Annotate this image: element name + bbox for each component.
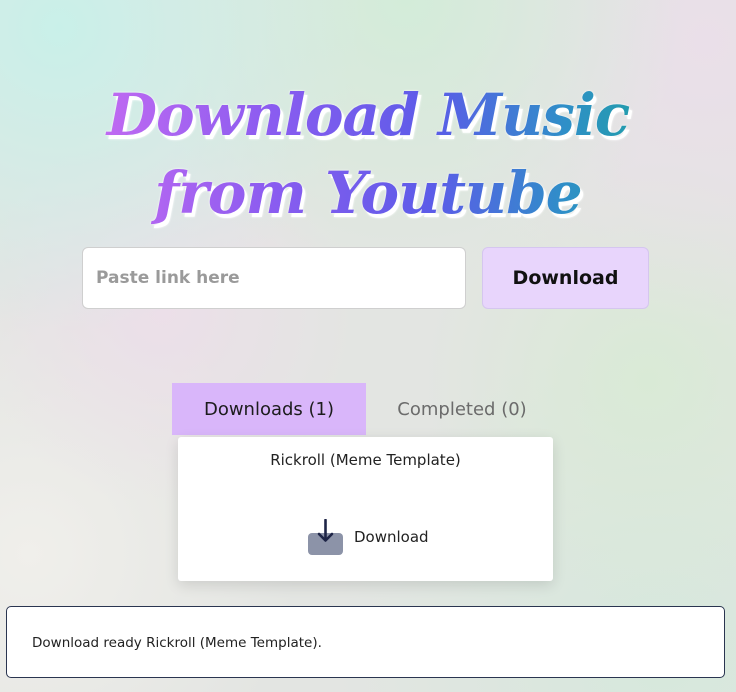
status-box: Download ready Rickroll (Meme Template). — [6, 606, 725, 678]
download-item-label: Download — [354, 528, 429, 546]
page-title: Download Music from Youtube — [40, 76, 696, 232]
link-input[interactable] — [82, 247, 466, 309]
download-item-button[interactable]: Download — [308, 519, 429, 555]
download-item-title: Rickroll (Meme Template) — [270, 451, 461, 469]
tab-completed[interactable]: Completed (0) — [372, 383, 552, 435]
download-icon — [308, 519, 343, 555]
downloads-panel: Rickroll (Meme Template) Download — [178, 437, 553, 581]
tab-downloads[interactable]: Downloads (1) — [172, 383, 366, 435]
download-button[interactable]: Download — [482, 247, 649, 309]
status-message: Download ready Rickroll (Meme Template). — [32, 635, 322, 651]
